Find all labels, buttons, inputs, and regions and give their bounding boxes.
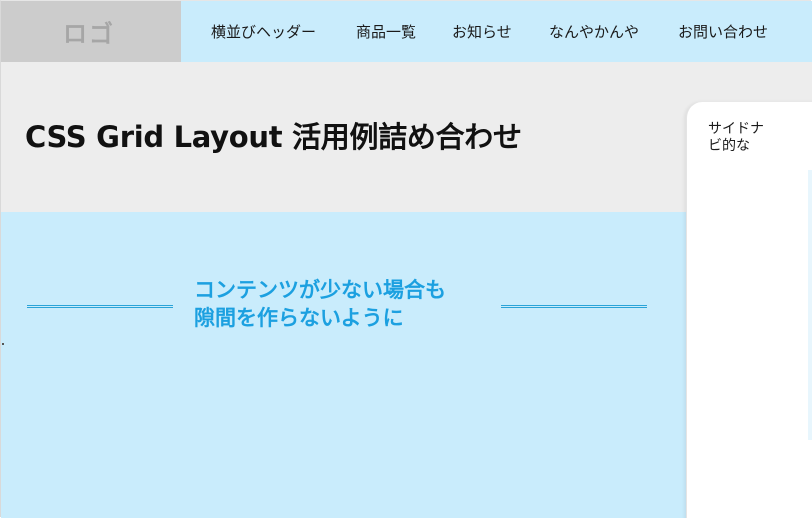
side-nav: サイドナビ的な <box>686 102 812 518</box>
content-message-line-1: コンテンツが少ない場合も <box>194 278 446 302</box>
header-nav: 横並びヘッダー 商品一覧 お知らせ なんやかんや お問い合わせ <box>181 1 812 62</box>
side-nav-scroll-track[interactable] <box>808 170 812 440</box>
logo-text: ロゴ <box>63 20 115 48</box>
nav-item-contact[interactable]: お問い合わせ <box>678 21 768 42</box>
nav-item-horizontal-header[interactable]: 横並びヘッダー <box>211 21 316 42</box>
content-message-line-2: 隙間を作らないように <box>194 306 404 330</box>
left-decorative-line <box>27 305 173 308</box>
right-decorative-line <box>501 305 647 308</box>
content-message: コンテンツが少ない場合も 隙間を作らないように <box>194 276 494 332</box>
nav-item-misc[interactable]: なんやかんや <box>549 21 639 42</box>
nav-item-products[interactable]: 商品一覧 <box>356 21 416 42</box>
logo[interactable]: ロゴ <box>1 1 181 62</box>
page-title: CSS Grid Layout 活用例詰め合わせ <box>25 120 522 154</box>
stray-dot <box>2 343 4 345</box>
side-nav-text: サイドナビ的な <box>708 121 764 154</box>
page: ロゴ 横並びヘッダー 商品一覧 お知らせ なんやかんや お問い合わせ CSS G… <box>0 0 812 518</box>
nav-item-news[interactable]: お知らせ <box>452 21 512 42</box>
